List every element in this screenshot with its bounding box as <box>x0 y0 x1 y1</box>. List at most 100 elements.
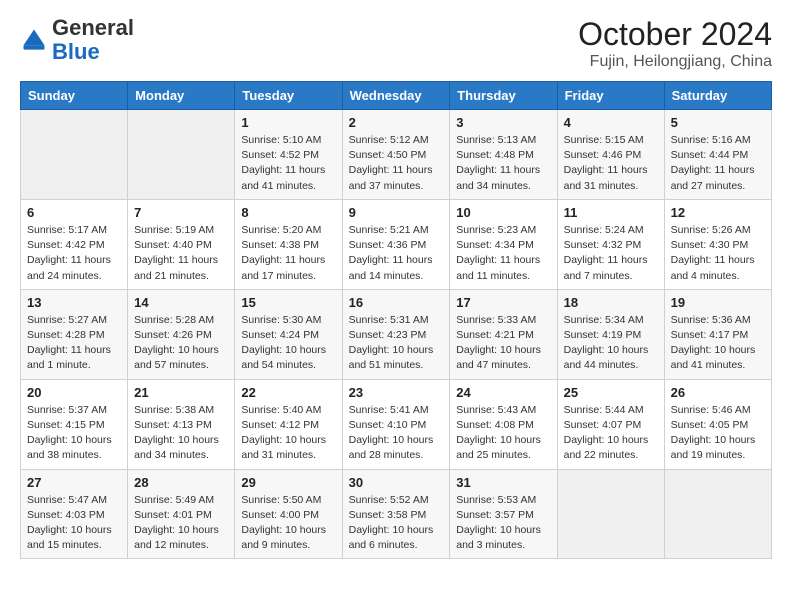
calendar-cell: 23Sunrise: 5:41 AM Sunset: 4:10 PM Dayli… <box>342 379 450 469</box>
day-number: 5 <box>671 115 765 130</box>
day-info: Sunrise: 5:40 AM Sunset: 4:12 PM Dayligh… <box>241 403 335 464</box>
day-info: Sunrise: 5:10 AM Sunset: 4:52 PM Dayligh… <box>241 133 335 194</box>
calendar-cell: 20Sunrise: 5:37 AM Sunset: 4:15 PM Dayli… <box>21 379 128 469</box>
day-number: 2 <box>349 115 444 130</box>
day-info: Sunrise: 5:20 AM Sunset: 4:38 PM Dayligh… <box>241 223 335 284</box>
day-number: 22 <box>241 385 335 400</box>
day-info: Sunrise: 5:28 AM Sunset: 4:26 PM Dayligh… <box>134 313 228 374</box>
day-info: Sunrise: 5:52 AM Sunset: 3:58 PM Dayligh… <box>349 493 444 554</box>
day-number: 1 <box>241 115 335 130</box>
weekday-header-friday: Friday <box>557 82 664 110</box>
calendar-cell: 9 Sunrise: 5:21 AM Sunset: 4:36 PM Daylig… <box>342 199 450 289</box>
calendar-cell: 12Sunrise: 5:26 AM Sunset: 4:30 PM Dayli… <box>664 199 771 289</box>
day-info: Sunrise: 5:34 AM Sunset: 4:19 PM Dayligh… <box>564 313 658 374</box>
day-info: Sunrise: 5:44 AM Sunset: 4:07 PM Dayligh… <box>564 403 658 464</box>
day-number: 21 <box>134 385 228 400</box>
weekday-header-saturday: Saturday <box>664 82 771 110</box>
calendar-cell: 13Sunrise: 5:27 AM Sunset: 4:28 PM Dayli… <box>21 289 128 379</box>
location-subtitle: Fujin, Heilongjiang, China <box>578 53 772 71</box>
day-number: 24 <box>456 385 550 400</box>
day-info: Sunrise: 5:13 AM Sunset: 4:48 PM Dayligh… <box>456 133 550 194</box>
weekday-header-wednesday: Wednesday <box>342 82 450 110</box>
day-number: 11 <box>564 205 658 220</box>
calendar-cell: 11 Sunrise: 5:24 AM Sunset: 4:32 PM Dayli… <box>557 199 664 289</box>
logo: General Blue <box>20 16 134 64</box>
day-number: 7 <box>134 205 228 220</box>
calendar-cell: 29 Sunrise: 5:50 AM Sunset: 4:00 PM Dayli… <box>235 469 342 559</box>
day-info: Sunrise: 5:15 AM Sunset: 4:46 PM Dayligh… <box>564 133 658 194</box>
day-info: Sunrise: 5:46 AM Sunset: 4:05 PM Dayligh… <box>671 403 765 464</box>
page-header: General Blue October 2024 Fujin, Heilong… <box>20 16 772 71</box>
day-number: 4 <box>564 115 658 130</box>
month-year-title: October 2024 <box>578 16 772 53</box>
calendar-cell: 5 Sunrise: 5:16 AM Sunset: 4:44 PM Daylig… <box>664 110 771 200</box>
day-info: Sunrise: 5:41 AM Sunset: 4:10 PM Dayligh… <box>349 403 444 464</box>
logo-icon <box>20 26 48 54</box>
day-info: Sunrise: 5:38 AM Sunset: 4:13 PM Dayligh… <box>134 403 228 464</box>
calendar-cell <box>557 469 664 559</box>
calendar-cell: 22 Sunrise: 5:40 AM Sunset: 4:12 PM Dayli… <box>235 379 342 469</box>
day-info: Sunrise: 5:36 AM Sunset: 4:17 PM Dayligh… <box>671 313 765 374</box>
day-info: Sunrise: 5:31 AM Sunset: 4:23 PM Dayligh… <box>349 313 444 374</box>
day-info: Sunrise: 5:21 AM Sunset: 4:36 PM Dayligh… <box>349 223 444 284</box>
day-number: 8 <box>241 205 335 220</box>
weekday-header-thursday: Thursday <box>450 82 557 110</box>
calendar-week-row: 20Sunrise: 5:37 AM Sunset: 4:15 PM Dayli… <box>21 379 772 469</box>
title-area: October 2024 Fujin, Heilongjiang, China <box>578 16 772 71</box>
weekday-header-tuesday: Tuesday <box>235 82 342 110</box>
day-number: 30 <box>349 475 444 490</box>
day-number: 27 <box>27 475 121 490</box>
day-number: 16 <box>349 295 444 310</box>
calendar-cell <box>128 110 235 200</box>
calendar-cell: 3Sunrise: 5:13 AM Sunset: 4:48 PM Daylig… <box>450 110 557 200</box>
day-number: 31 <box>456 475 550 490</box>
day-info: Sunrise: 5:19 AM Sunset: 4:40 PM Dayligh… <box>134 223 228 284</box>
day-info: Sunrise: 5:33 AM Sunset: 4:21 PM Dayligh… <box>456 313 550 374</box>
day-info: Sunrise: 5:17 AM Sunset: 4:42 PM Dayligh… <box>27 223 121 284</box>
calendar-cell: 27 Sunrise: 5:47 AM Sunset: 4:03 PM Dayli… <box>21 469 128 559</box>
calendar-cell: 14 Sunrise: 5:28 AM Sunset: 4:26 PM Dayli… <box>128 289 235 379</box>
calendar-cell: 17 Sunrise: 5:33 AM Sunset: 4:21 PM Dayli… <box>450 289 557 379</box>
day-info: Sunrise: 5:50 AM Sunset: 4:00 PM Dayligh… <box>241 493 335 554</box>
day-info: Sunrise: 5:43 AM Sunset: 4:08 PM Dayligh… <box>456 403 550 464</box>
calendar-cell: 28Sunrise: 5:49 AM Sunset: 4:01 PM Dayli… <box>128 469 235 559</box>
day-info: Sunrise: 5:24 AM Sunset: 4:32 PM Dayligh… <box>564 223 658 284</box>
calendar-cell: 4 Sunrise: 5:15 AM Sunset: 4:46 PM Daylig… <box>557 110 664 200</box>
calendar-cell: 15 Sunrise: 5:30 AM Sunset: 4:24 PM Dayli… <box>235 289 342 379</box>
calendar-cell: 30 Sunrise: 5:52 AM Sunset: 3:58 PM Dayli… <box>342 469 450 559</box>
day-info: Sunrise: 5:47 AM Sunset: 4:03 PM Dayligh… <box>27 493 121 554</box>
calendar-cell: 25 Sunrise: 5:44 AM Sunset: 4:07 PM Dayli… <box>557 379 664 469</box>
day-number: 29 <box>241 475 335 490</box>
day-number: 28 <box>134 475 228 490</box>
day-number: 13 <box>27 295 121 310</box>
calendar-cell: 24 Sunrise: 5:43 AM Sunset: 4:08 PM Dayli… <box>450 379 557 469</box>
day-number: 17 <box>456 295 550 310</box>
day-info: Sunrise: 5:16 AM Sunset: 4:44 PM Dayligh… <box>671 133 765 194</box>
day-number: 25 <box>564 385 658 400</box>
calendar-week-row: 6 Sunrise: 5:17 AM Sunset: 4:42 PM Daylig… <box>21 199 772 289</box>
day-number: 6 <box>27 205 121 220</box>
calendar-cell: 31 Sunrise: 5:53 AM Sunset: 3:57 PM Dayli… <box>450 469 557 559</box>
calendar-table: SundayMondayTuesdayWednesdayThursdayFrid… <box>20 81 772 559</box>
weekday-header-sunday: Sunday <box>21 82 128 110</box>
calendar-week-row: 1 Sunrise: 5:10 AM Sunset: 4:52 PM Daylig… <box>21 110 772 200</box>
calendar-cell: 26Sunrise: 5:46 AM Sunset: 4:05 PM Dayli… <box>664 379 771 469</box>
day-number: 12 <box>671 205 765 220</box>
day-info: Sunrise: 5:30 AM Sunset: 4:24 PM Dayligh… <box>241 313 335 374</box>
logo-general-text: General <box>52 15 134 40</box>
day-number: 18 <box>564 295 658 310</box>
day-info: Sunrise: 5:53 AM Sunset: 3:57 PM Dayligh… <box>456 493 550 554</box>
weekday-header-monday: Monday <box>128 82 235 110</box>
weekday-header-row: SundayMondayTuesdayWednesdayThursdayFrid… <box>21 82 772 110</box>
calendar-week-row: 13Sunrise: 5:27 AM Sunset: 4:28 PM Dayli… <box>21 289 772 379</box>
day-number: 20 <box>27 385 121 400</box>
day-number: 9 <box>349 205 444 220</box>
day-number: 15 <box>241 295 335 310</box>
day-number: 10 <box>456 205 550 220</box>
calendar-cell: 16 Sunrise: 5:31 AM Sunset: 4:23 PM Dayli… <box>342 289 450 379</box>
calendar-cell <box>664 469 771 559</box>
calendar-cell: 8 Sunrise: 5:20 AM Sunset: 4:38 PM Daylig… <box>235 199 342 289</box>
day-number: 14 <box>134 295 228 310</box>
calendar-cell <box>21 110 128 200</box>
calendar-week-row: 27 Sunrise: 5:47 AM Sunset: 4:03 PM Dayli… <box>21 469 772 559</box>
